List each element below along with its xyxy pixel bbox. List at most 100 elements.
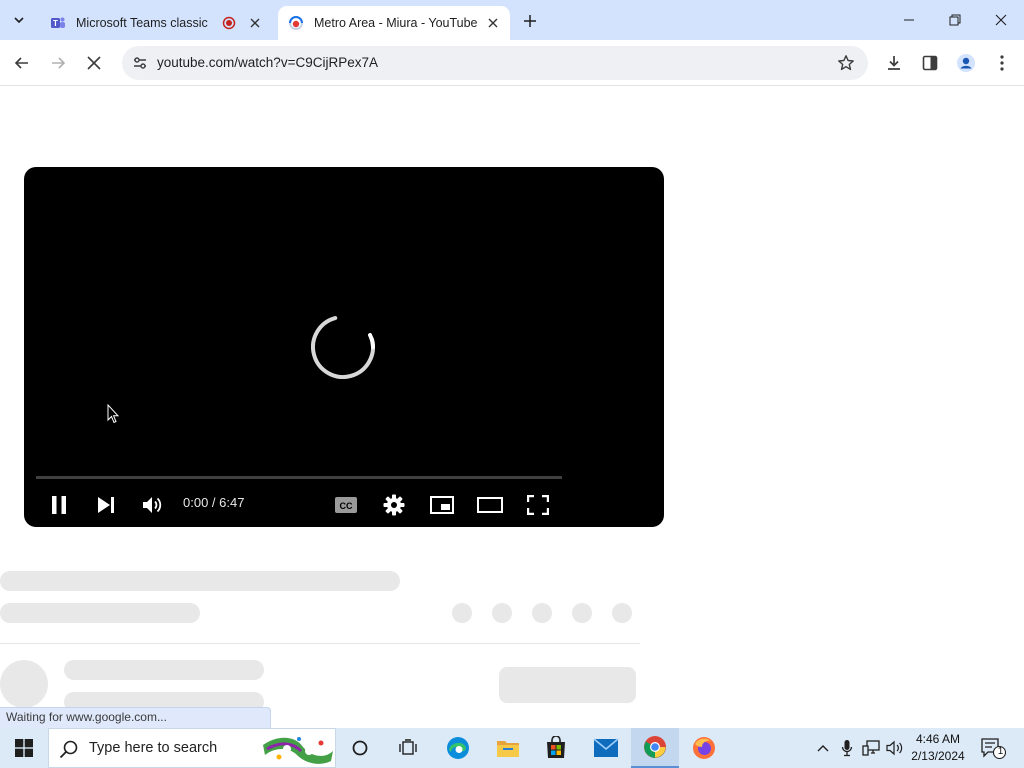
network-button[interactable]	[861, 738, 881, 758]
chevron-up-icon	[817, 745, 829, 752]
tab-close-button[interactable]	[482, 12, 504, 34]
taskbar-app-store[interactable]	[532, 728, 580, 768]
search-icon	[59, 740, 78, 759]
next-button[interactable]	[89, 488, 123, 522]
folder-icon	[497, 741, 519, 757]
bookmark-button[interactable]	[834, 51, 858, 75]
task-view-button[interactable]	[384, 728, 432, 768]
restore-icon	[949, 14, 961, 26]
plus-icon	[524, 15, 536, 27]
tab-close-button[interactable]	[244, 12, 266, 34]
site-info-button[interactable]	[128, 51, 152, 75]
windows-logo-icon	[15, 739, 33, 757]
title-placeholder	[0, 571, 400, 591]
settings-button[interactable]	[377, 488, 411, 522]
fullscreen-button[interactable]	[521, 488, 555, 522]
close-icon	[995, 14, 1007, 26]
start-button[interactable]	[0, 728, 48, 768]
restore-button[interactable]	[932, 0, 978, 40]
tab-strip: T Microsoft Teams classic Metro Area - M…	[0, 0, 1024, 40]
action-placeholder	[452, 603, 472, 623]
browser-toolbar: youtube.com/watch?v=C9CijRPex7A	[0, 40, 1024, 86]
mute-button[interactable]	[136, 488, 170, 522]
arrow-right-icon	[52, 57, 66, 69]
close-icon	[250, 18, 260, 28]
minimize-icon	[904, 19, 914, 21]
avatar-placeholder	[0, 660, 48, 708]
minimize-button[interactable]	[886, 0, 932, 40]
new-tab-button[interactable]	[518, 9, 542, 33]
microphone-icon	[841, 740, 853, 757]
tab-search-button[interactable]	[6, 8, 32, 32]
avatar-icon	[957, 54, 975, 72]
volume-icon	[143, 497, 162, 513]
taskbar: Type here to search 4:46 AM 2/13/2024 1	[0, 728, 1024, 768]
mouse-cursor-icon	[107, 404, 119, 424]
theater-mode-icon	[477, 497, 503, 513]
theater-mode-button[interactable]	[473, 488, 507, 522]
miniplayer-button[interactable]	[425, 488, 459, 522]
address-bar[interactable]: youtube.com/watch?v=C9CijRPex7A	[122, 46, 868, 80]
taskbar-app-chrome[interactable]	[631, 728, 679, 768]
time-display: 0:00 / 6:47	[183, 495, 245, 510]
captions-button[interactable]: CC	[329, 488, 363, 522]
tab-youtube[interactable]: Metro Area - Miura - YouTube	[278, 6, 510, 40]
taskbar-app-file-explorer[interactable]	[484, 728, 532, 768]
recording-icon	[222, 16, 236, 30]
chrome-icon	[644, 736, 666, 758]
taskbar-app-mail[interactable]	[582, 728, 630, 768]
store-icon	[547, 736, 565, 758]
mail-icon	[593, 738, 619, 757]
notification-count: 1	[997, 746, 1004, 757]
loading-icon	[289, 16, 303, 30]
microphone-button[interactable]	[837, 738, 857, 758]
network-icon	[862, 740, 880, 756]
profile-button[interactable]	[952, 49, 980, 77]
tab-teams[interactable]: T Microsoft Teams classic	[40, 6, 272, 40]
cortana-button[interactable]	[336, 728, 384, 768]
screen: T Microsoft Teams classic Metro Area - M…	[0, 0, 1024, 768]
download-icon	[888, 56, 900, 70]
task-view-icon	[399, 739, 417, 755]
pause-icon	[52, 496, 66, 514]
close-window-button[interactable]	[978, 0, 1024, 40]
firefox-icon	[693, 737, 715, 759]
closed-captions-icon: CC	[335, 497, 357, 513]
video-player[interactable]: 0:00 / 6:47 CC	[24, 167, 664, 527]
action-placeholder	[492, 603, 512, 623]
teams-icon: T	[51, 17, 65, 28]
notifications-button[interactable]: 1	[978, 736, 1008, 760]
stop-loading-button[interactable]	[80, 49, 108, 77]
gear-icon	[383, 494, 405, 516]
subscribe-placeholder	[499, 667, 636, 703]
tune-icon	[134, 57, 146, 69]
action-placeholder	[532, 603, 552, 623]
volume-button[interactable]	[885, 738, 905, 758]
miniplayer-icon	[430, 496, 454, 514]
svg-text:CC: CC	[340, 501, 353, 511]
side-panel-icon	[922, 55, 938, 71]
channel-name-placeholder	[64, 660, 264, 680]
downloads-button[interactable]	[880, 49, 908, 77]
divider	[0, 643, 640, 644]
taskbar-search[interactable]: Type here to search	[48, 728, 336, 768]
pause-button[interactable]	[42, 488, 76, 522]
back-button[interactable]	[8, 49, 36, 77]
taskbar-app-edge[interactable]	[434, 728, 482, 768]
arrow-left-icon	[14, 57, 28, 69]
show-hidden-icons-button[interactable]	[813, 738, 833, 758]
clock[interactable]: 4:46 AM 2/13/2024	[906, 731, 970, 765]
speaker-icon	[886, 740, 903, 756]
cortana-icon	[352, 740, 368, 756]
progress-bar[interactable]	[36, 476, 562, 479]
menu-button[interactable]	[988, 49, 1016, 77]
close-icon	[87, 56, 101, 70]
clock-time: 4:46 AM	[915, 732, 961, 746]
star-icon	[838, 55, 854, 71]
taskbar-app-firefox[interactable]	[680, 728, 728, 768]
status-bubble: Waiting for www.google.com...	[0, 707, 271, 728]
side-panel-button[interactable]	[916, 49, 944, 77]
subtitle-placeholder	[0, 603, 200, 623]
svg-text:T: T	[53, 19, 58, 28]
forward-button[interactable]	[44, 49, 72, 77]
